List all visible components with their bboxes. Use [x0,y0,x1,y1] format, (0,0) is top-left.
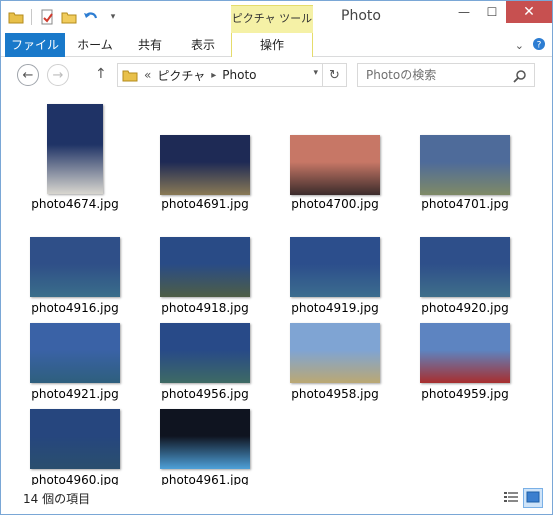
svg-text:?: ? [537,41,542,51]
file-name: photo4701.jpg [421,197,509,211]
file-item[interactable]: photo4920.jpg [413,217,517,315]
image-thumbnail [30,409,120,469]
file-item[interactable]: photo4961.jpg [153,389,257,487]
ribbon-tabs: ファイル ホーム 共有 表示 操作 ⌄ ? [1,33,552,57]
breadcrumb-pictures[interactable]: ピクチャ [157,67,205,84]
chevron-down-icon[interactable]: ⌄ [515,39,524,52]
image-thumbnail [420,323,510,383]
explorer-window: ▾ ピクチャ ツール Photo — ☐ ✕ ファイル ホーム 共有 表示 操作… [0,0,553,515]
file-item[interactable]: photo4960.jpg [23,389,127,487]
tab-share[interactable]: 共有 [125,33,175,57]
refresh-button[interactable]: ↻ [322,64,346,86]
file-item[interactable]: photo4956.jpg [153,303,257,401]
tab-home[interactable]: ホーム [67,33,123,57]
details-view-icon [504,491,518,506]
minimize-button[interactable]: — [450,1,478,23]
file-item[interactable]: photo4701.jpg [413,101,517,213]
forward-button[interactable]: → [47,64,69,86]
image-thumbnail [160,237,250,297]
up-button[interactable]: ↑ [95,66,107,82]
file-item[interactable]: photo4674.jpg [23,101,127,213]
contextual-tab-group: ピクチャ ツール [231,5,313,33]
status-bar: 14 個の項目 [1,485,552,514]
folder-icon [122,67,138,83]
image-thumbnail [290,135,380,195]
large-icons-view-button[interactable] [523,488,543,508]
file-name: photo4691.jpg [161,197,249,211]
quick-access-toolbar: ▾ [7,7,122,27]
file-item[interactable]: photo4921.jpg [23,303,127,401]
file-item[interactable]: photo4958.jpg [283,303,387,401]
breadcrumb-separator[interactable]: ▸ [211,70,216,81]
image-thumbnail [160,135,250,195]
close-button[interactable]: ✕ [506,1,552,23]
large-icons-view-icon [526,491,540,506]
maximize-button[interactable]: ☐ [478,1,506,23]
new-folder-icon[interactable] [60,8,78,26]
file-name: photo4958.jpg [291,387,379,401]
qat-separator [31,9,32,25]
details-view-button[interactable] [501,488,521,508]
ribbon-right-controls: ⌄ ? [515,37,546,54]
arrow-left-icon: ← [22,67,34,83]
arrow-right-icon: → [52,67,64,83]
item-count: 14 個の項目 [23,492,91,506]
search-input[interactable]: Photoの検索 [357,63,535,87]
image-thumbnail [420,237,510,297]
file-item[interactable]: photo4700.jpg [283,101,387,213]
file-item[interactable]: photo4916.jpg [23,217,127,315]
help-icon[interactable]: ? [532,37,546,54]
refresh-icon: ↻ [329,67,340,83]
address-history-dropdown[interactable]: ▾ [313,68,318,78]
file-name: photo4700.jpg [291,197,379,211]
file-item[interactable]: photo4918.jpg [153,217,257,315]
address-bar[interactable]: « ピクチャ ▸ Photo ▾ ↻ [117,63,347,87]
properties-icon[interactable] [38,8,56,26]
image-thumbnail [290,323,380,383]
image-thumbnail [160,409,250,469]
file-item[interactable]: photo4691.jpg [153,101,257,213]
search-icon[interactable] [513,69,527,83]
tab-view[interactable]: 表示 [177,33,229,57]
window-title: Photo [341,8,381,24]
back-button[interactable]: ← [17,64,39,86]
file-name: photo4674.jpg [31,197,119,211]
file-view: photo4674.jpg photo4691.jpg photo4700.jpg p… [1,93,552,487]
breadcrumb-photo[interactable]: Photo [222,68,256,82]
folder-icon[interactable] [7,8,25,26]
file-item[interactable]: photo4919.jpg [283,217,387,315]
navigation-bar: ← → ↑ « ピクチャ ▸ Photo ▾ ↻ Photoの検索 [1,58,552,92]
image-thumbnail [30,237,120,297]
image-thumbnail [290,237,380,297]
image-thumbnail [30,323,120,383]
customize-qat-icon[interactable]: ▾ [104,8,122,26]
tab-manage[interactable]: 操作 [231,33,313,57]
arrow-up-icon: ↑ [95,66,107,82]
undo-icon[interactable] [82,8,100,26]
image-thumbnail [420,135,510,195]
title-bar: ▾ ピクチャ ツール Photo — ☐ ✕ [1,1,552,33]
tab-file[interactable]: ファイル [5,33,65,57]
image-thumbnail [160,323,250,383]
file-item[interactable]: photo4959.jpg [413,303,517,401]
file-name: photo4959.jpg [421,387,509,401]
window-controls: — ☐ ✕ [450,1,552,23]
breadcrumb-overflow[interactable]: « [144,68,151,82]
image-thumbnail [47,104,103,194]
